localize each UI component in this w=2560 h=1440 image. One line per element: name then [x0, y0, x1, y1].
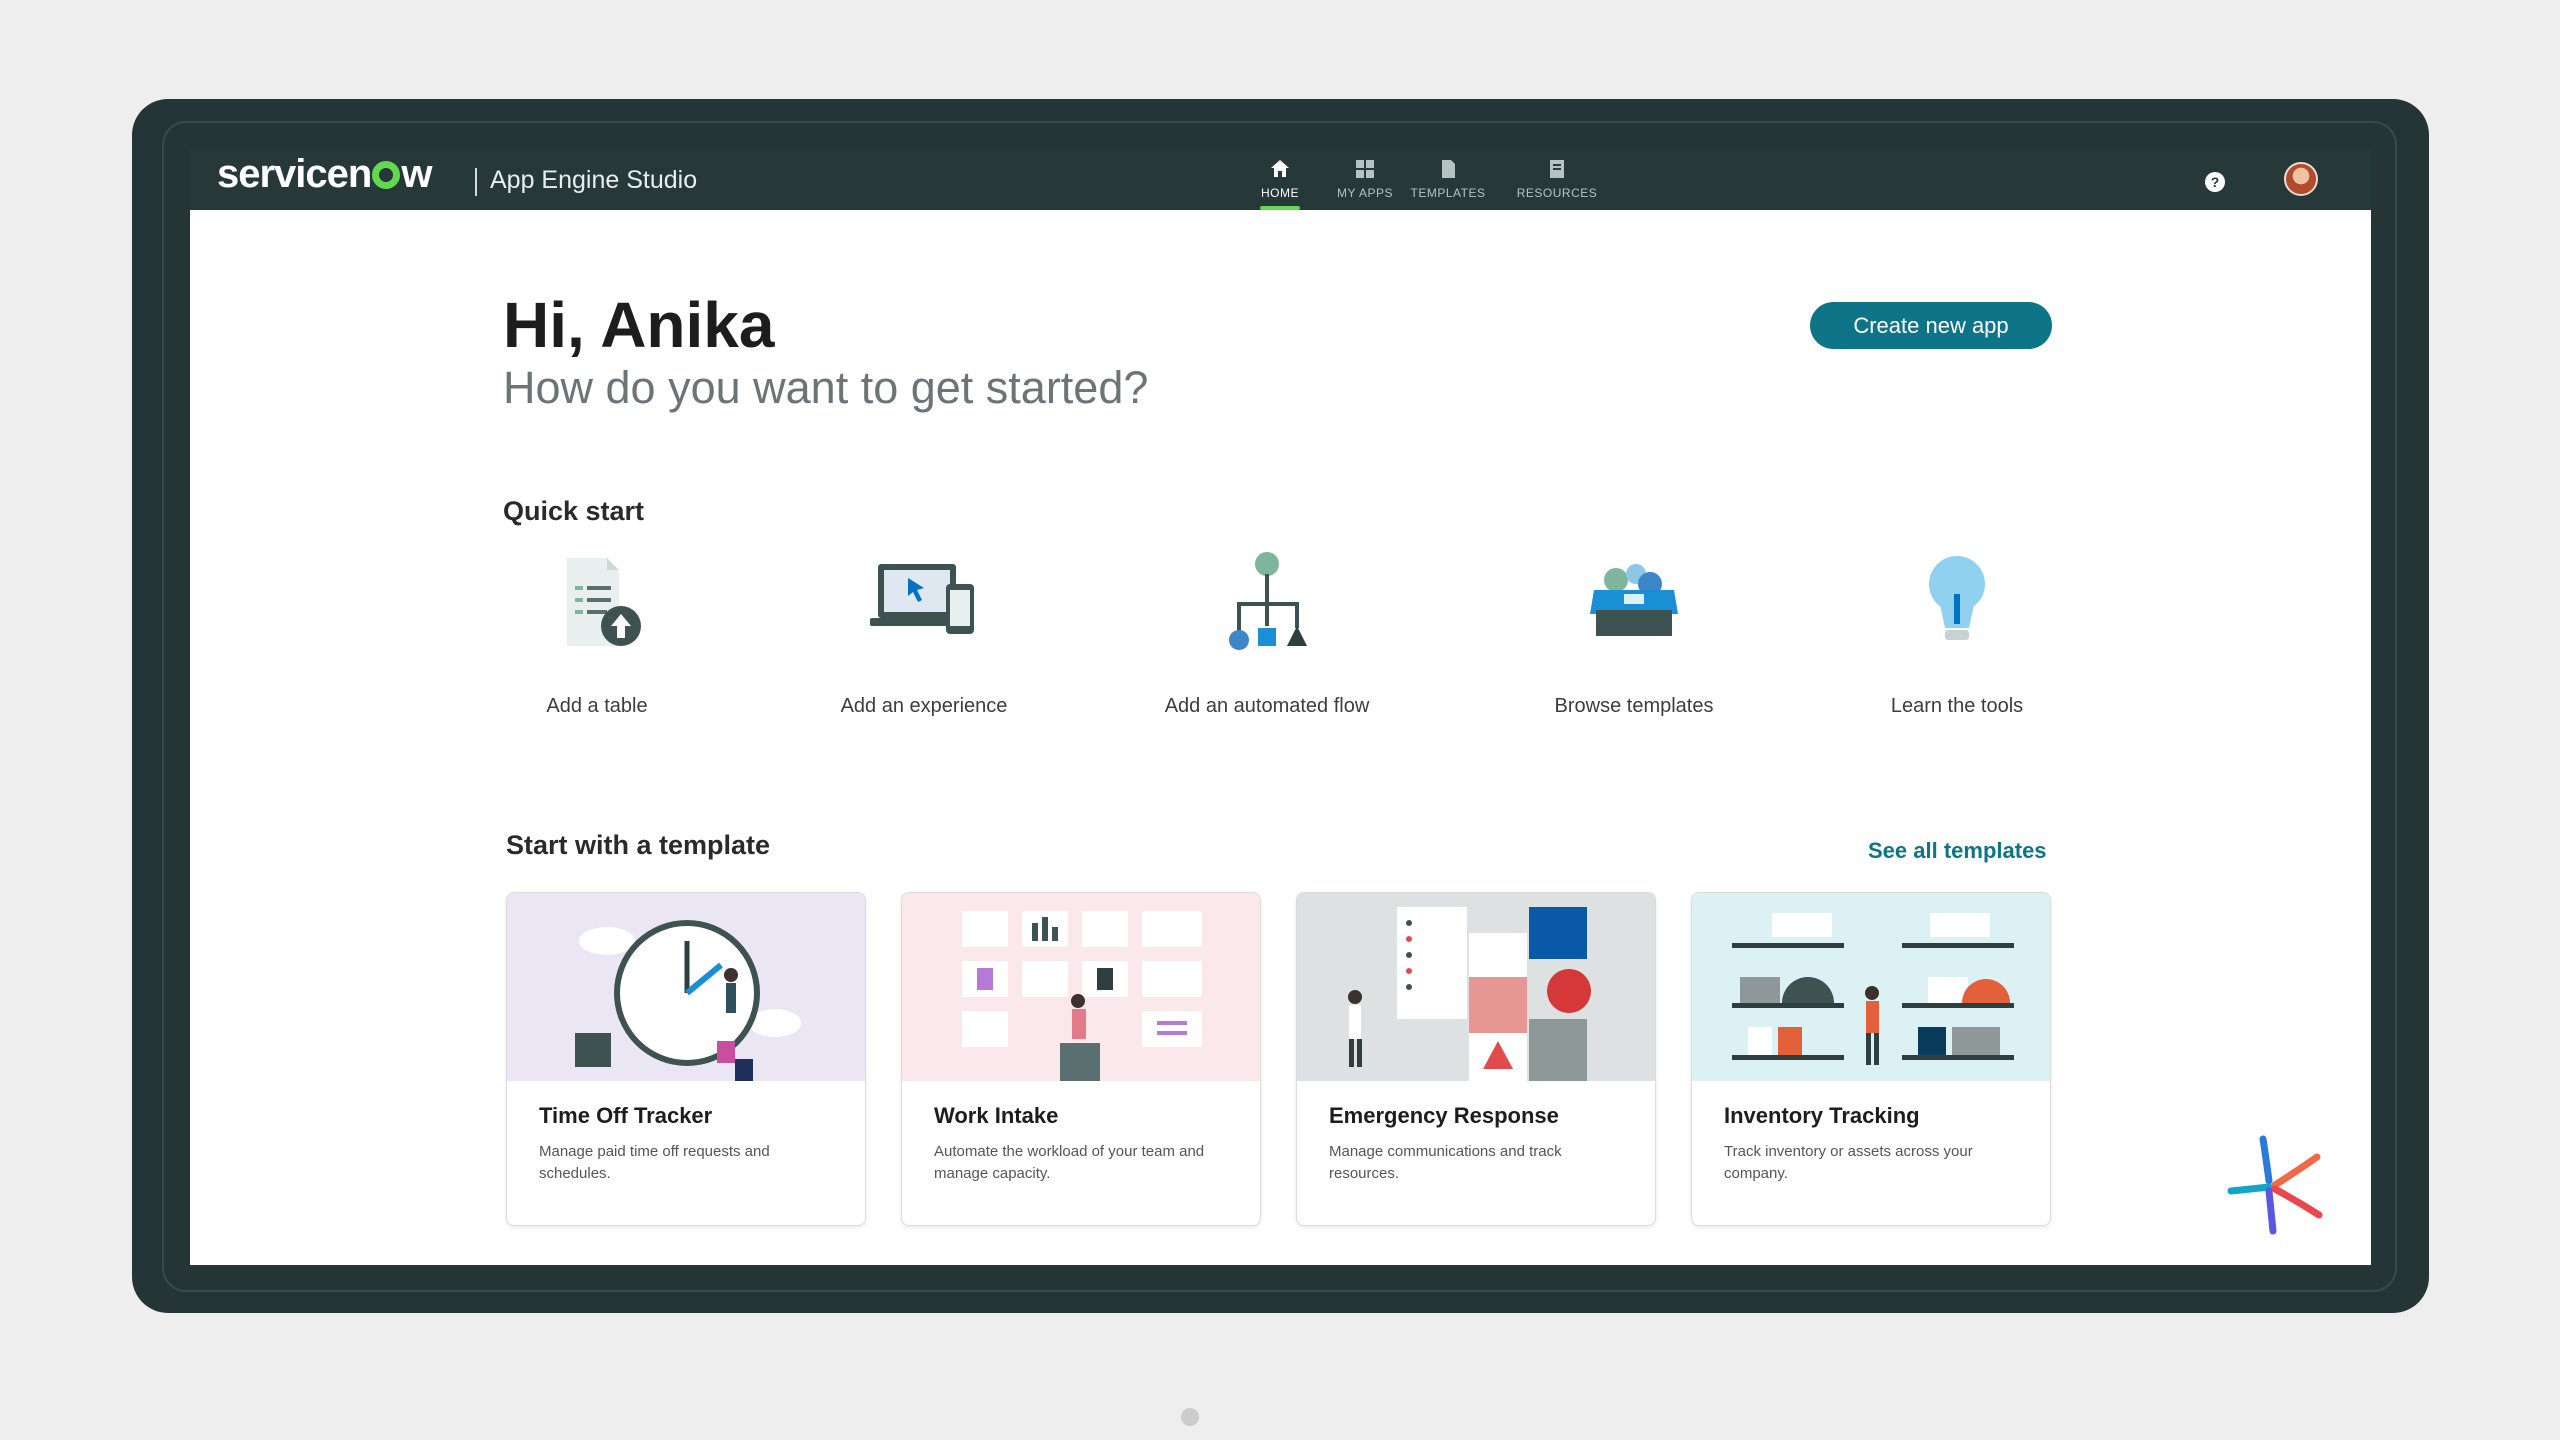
quick-start-label: Learn the tools	[1890, 695, 2024, 717]
template-description: Manage paid time off requests and schedu…	[539, 1143, 770, 1182]
nav-templates[interactable]: TEMPLATES	[1398, 158, 1498, 200]
quick-start-add-experience[interactable]: Add an experience	[784, 550, 1064, 718]
create-new-app-button[interactable]: Create new app	[1810, 302, 2052, 349]
home-icon	[1271, 160, 1289, 177]
quick-start-label: Add an automated flow	[1164, 695, 1370, 717]
pager-dot[interactable]	[1181, 1408, 1199, 1426]
nav-resources[interactable]: RESOURCES	[1507, 158, 1607, 200]
apps-grid-icon	[1356, 160, 1374, 178]
servicenow-logo[interactable]: servicen w	[217, 152, 432, 197]
templates-box-icon	[1590, 564, 1678, 636]
quick-start-label: Add an experience	[840, 695, 1008, 717]
template-title: Emergency Response	[1329, 1103, 1559, 1128]
template-card-time-off-tracker[interactable]: Time Off Tracker Manage paid time off re…	[506, 892, 866, 1226]
top-navigation-bar: servicen w App Engine Studio HOME MY APPS…	[190, 150, 2371, 210]
greeting-subtitle: How do you want to get started?	[503, 362, 1149, 413]
help-icon[interactable]: ?	[2205, 172, 2225, 192]
lightbulb-icon	[1929, 556, 1985, 640]
book-icon	[1550, 160, 1564, 178]
quick-start-add-automated-flow[interactable]: Add an automated flow	[1127, 550, 1407, 718]
logo-divider	[475, 168, 477, 196]
time-off-tracker-illustration	[507, 893, 865, 1081]
work-intake-illustration	[902, 893, 1260, 1081]
nav-templates-label: TEMPLATES	[1410, 186, 1486, 200]
template-description: Track inventory or assets across your co…	[1724, 1143, 1973, 1182]
emergency-response-illustration	[1297, 893, 1655, 1081]
template-title: Work Intake	[934, 1103, 1059, 1128]
nav-home-label: HOME	[1261, 186, 1299, 200]
template-description: Manage communications and track resource…	[1329, 1143, 1562, 1182]
quick-start-label: Browse templates	[1554, 695, 1714, 717]
see-all-templates-link[interactable]: See all templates	[1868, 838, 2047, 864]
template-title: Inventory Tracking	[1724, 1103, 1920, 1128]
template-title: Time Off Tracker	[539, 1103, 713, 1128]
avatar[interactable]	[2284, 162, 2318, 196]
quick-start-label: Add a table	[546, 695, 648, 717]
quick-start-browse-templates[interactable]: Browse templates	[1494, 550, 1774, 718]
template-card-inventory-tracking[interactable]: Inventory Tracking Track inventory or as…	[1691, 892, 2051, 1226]
quick-start-add-table[interactable]: Add a table	[457, 550, 737, 718]
templates-heading: Start with a template	[506, 830, 771, 860]
greeting: Hi, Anika	[503, 289, 775, 361]
product-name: App Engine Studio	[490, 166, 698, 194]
nav-resources-label: RESOURCES	[1516, 186, 1598, 200]
now-assist-sparkle-icon[interactable]	[2227, 1135, 2327, 1235]
app-screen: servicen w App Engine Studio HOME MY APPS…	[190, 150, 2371, 1265]
template-card-work-intake[interactable]: Work Intake Automate the workload of you…	[901, 892, 1261, 1226]
quick-start-heading: Quick start	[503, 496, 645, 526]
template-description: Automate the workload of your team and m…	[934, 1143, 1205, 1182]
document-icon	[1442, 160, 1455, 178]
quick-start-learn-tools[interactable]: Learn the tools	[1817, 550, 2097, 718]
devices-icon	[870, 564, 974, 634]
nav-my-apps-label: MY APPS	[1337, 186, 1393, 200]
flow-icon	[1229, 552, 1307, 650]
inventory-tracking-illustration	[1692, 893, 2050, 1081]
table-upload-icon	[567, 558, 641, 646]
template-card-emergency-response[interactable]: Emergency Response Manage communications…	[1296, 892, 1656, 1226]
